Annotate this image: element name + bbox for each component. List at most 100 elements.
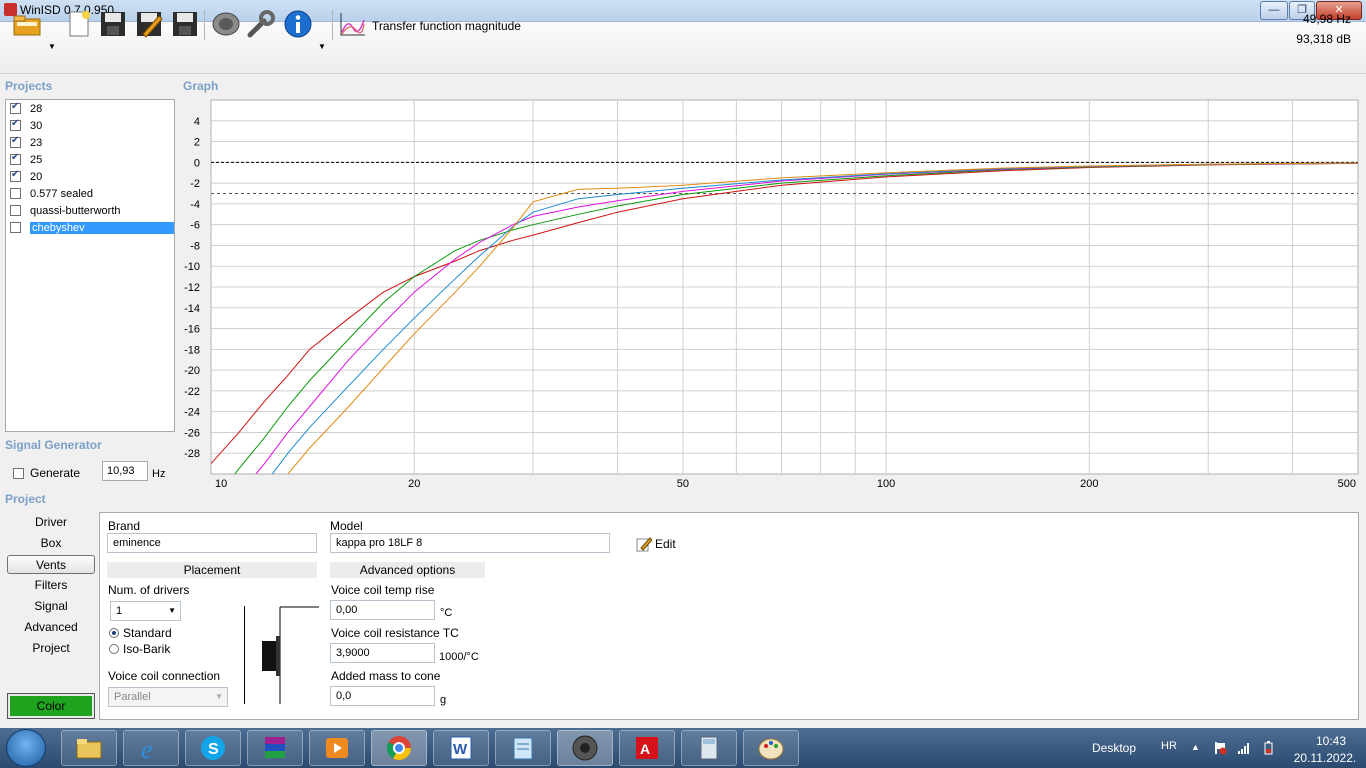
x-tick-label: 20: [408, 478, 420, 490]
winisd-taskbar-icon[interactable]: [557, 730, 613, 766]
project-label: chebyshev: [30, 221, 174, 234]
generate-checkbox-row[interactable]: Generate: [13, 466, 80, 480]
project-checkbox[interactable]: [10, 135, 21, 148]
paint-icon[interactable]: [743, 730, 799, 766]
save-icon[interactable]: [98, 8, 128, 40]
y-tick-label: -26: [184, 427, 200, 439]
coil-connection-label: Voice coil connection: [108, 669, 221, 683]
nav-item-filters[interactable]: Filters: [7, 576, 95, 595]
project-item[interactable]: 20: [6, 168, 174, 185]
projects-header: Projects: [5, 79, 53, 93]
model-input[interactable]: kappa pro 18LF 8: [330, 533, 610, 553]
save-edit-icon[interactable]: [134, 8, 164, 40]
project-checkbox[interactable]: [10, 205, 21, 216]
wrench-icon[interactable]: [246, 8, 276, 40]
y-tick-label: 0: [194, 157, 200, 169]
tray-date[interactable]: 20.11.2022.: [1290, 751, 1360, 765]
calculator-icon[interactable]: [681, 730, 737, 766]
vc-temp-unit: °C: [440, 607, 453, 619]
open-folder-icon[interactable]: [12, 8, 42, 40]
generator-frequency-input[interactable]: 10,93: [102, 461, 148, 481]
nav-item-project[interactable]: Project: [7, 639, 95, 658]
word-icon[interactable]: W: [433, 730, 489, 766]
internet-explorer-icon[interactable]: e: [123, 730, 179, 766]
driver-icon[interactable]: [211, 8, 241, 40]
project-checkbox[interactable]: [10, 222, 21, 233]
nav-item-box[interactable]: Box: [7, 534, 95, 553]
coil-connection-select[interactable]: Parallel ▼: [108, 687, 228, 707]
start-button[interactable]: [6, 729, 46, 767]
project-item[interactable]: quassi-butterworth: [6, 202, 174, 219]
project-item[interactable]: 23: [6, 134, 174, 151]
notepad-icon[interactable]: [495, 730, 551, 766]
language-indicator[interactable]: HR: [1161, 740, 1177, 752]
project-item[interactable]: chebyshev: [6, 219, 174, 236]
nav-item-signal[interactable]: Signal: [7, 597, 95, 616]
color-button[interactable]: Color: [7, 693, 95, 719]
radio-standard[interactable]: Standard: [109, 626, 172, 640]
added-mass-input[interactable]: 0,0: [330, 686, 435, 706]
nav-item-driver[interactable]: Driver: [7, 513, 95, 532]
y-tick-label: -16: [184, 324, 200, 336]
media-player-icon[interactable]: [309, 730, 365, 766]
y-tick-label: -18: [184, 344, 200, 356]
nav-item-advanced[interactable]: Advanced: [7, 618, 95, 637]
graph-type-icon[interactable]: [338, 8, 368, 40]
info-dropdown-chevron-icon[interactable]: ▼: [318, 42, 326, 51]
edit-driver-button[interactable]: Edit: [636, 536, 676, 552]
signal-generator-header: Signal Generator: [5, 438, 102, 452]
y-tick-label: -6: [190, 220, 200, 232]
info-icon[interactable]: [283, 8, 313, 40]
x-tick-label: 200: [1080, 478, 1098, 490]
project-checkbox[interactable]: [10, 169, 21, 182]
num-drivers-value: 1: [116, 605, 123, 617]
project-item[interactable]: 0.577 sealed: [6, 185, 174, 202]
projects-list[interactable]: 28 30 23 25 20 0.577 sealed quassi-butterworth…: [5, 99, 175, 432]
new-project-icon[interactable]: [64, 8, 94, 40]
brand-input[interactable]: eminence: [107, 533, 317, 553]
generator-frequency-unit: Hz: [152, 468, 166, 480]
radio-isobarik-label: Iso-Barik: [123, 642, 171, 656]
save-all-icon[interactable]: [170, 8, 200, 40]
project-label: 20: [30, 170, 43, 183]
radio-isobarik-indicator: [109, 644, 119, 654]
chrome-icon[interactable]: [371, 730, 427, 766]
graph-type-label[interactable]: Transfer function magnitude: [372, 19, 521, 33]
file-explorer-icon[interactable]: [61, 730, 117, 766]
toolbar-separator: [332, 10, 333, 40]
y-tick-label: -28: [184, 448, 200, 460]
project-checkbox[interactable]: [10, 152, 21, 165]
y-tick-label: -12: [184, 282, 200, 294]
vc-temp-input[interactable]: 0,00: [330, 600, 435, 620]
pdf-reader-icon[interactable]: A: [619, 730, 675, 766]
project-checkbox[interactable]: [10, 188, 21, 199]
open-dropdown-chevron-icon[interactable]: ▼: [48, 42, 56, 51]
y-tick-label: -24: [184, 407, 200, 419]
battery-icon[interactable]: [1261, 741, 1275, 755]
nav-item-vents[interactable]: Vents: [7, 555, 95, 574]
chevron-down-icon: ▼: [168, 606, 176, 615]
svg-text:e: e: [141, 735, 153, 762]
generate-checkbox[interactable]: [13, 467, 24, 479]
project-item[interactable]: 25: [6, 151, 174, 168]
tray-expand-chevron-icon[interactable]: ▲: [1191, 742, 1200, 752]
project-item[interactable]: 28: [6, 100, 174, 117]
project-checkbox[interactable]: [10, 118, 21, 131]
project-header: Project: [5, 492, 46, 506]
y-tick-label: -8: [190, 240, 200, 252]
project-checkbox[interactable]: [10, 101, 21, 114]
skype-icon[interactable]: S: [185, 730, 241, 766]
num-drivers-select[interactable]: 1 ▼: [110, 601, 181, 621]
radio-isobarik[interactable]: Iso-Barik: [109, 642, 170, 656]
minimize-button[interactable]: —: [1260, 1, 1288, 20]
tray-time[interactable]: 10:43: [1302, 734, 1360, 748]
desktop-toolbar-label[interactable]: Desktop: [1092, 741, 1136, 755]
project-item[interactable]: 30: [6, 117, 174, 134]
svg-text:A: A: [640, 741, 650, 757]
y-tick-label: 4: [194, 116, 200, 128]
graph-area[interactable]: 420-2-4-6-8-10-12-14-16-18-20-22-24-26-2…: [178, 96, 1362, 490]
flag-notification-icon[interactable]: [1213, 741, 1227, 755]
vc-resistance-input[interactable]: 3,9000: [330, 643, 435, 663]
network-signal-icon[interactable]: [1237, 741, 1251, 755]
winrar-icon[interactable]: [247, 730, 303, 766]
